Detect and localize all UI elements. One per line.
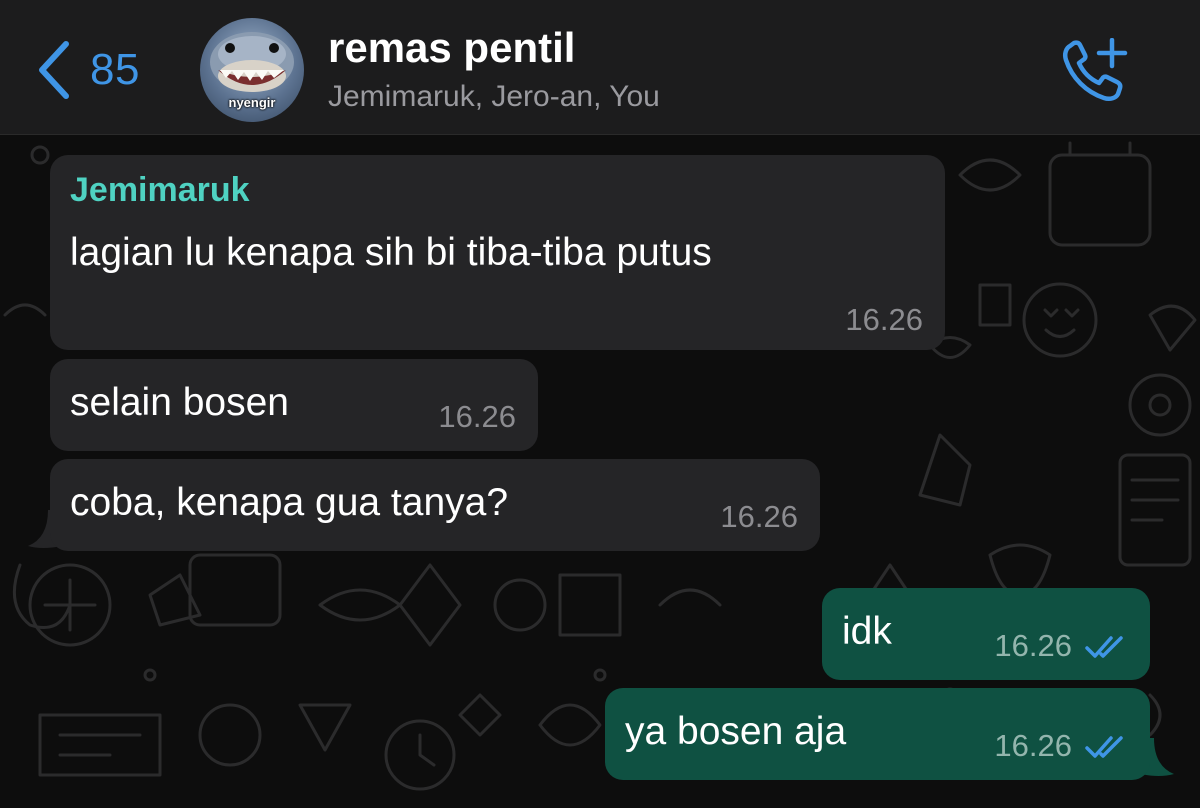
message-text: selain bosen (70, 381, 289, 424)
message-bubble-incoming[interactable]: Jemimaruk lagian lu kenapa sih bi tiba-t… (50, 155, 945, 350)
message-list[interactable]: Jemimaruk lagian lu kenapa sih bi tiba-t… (0, 135, 1200, 808)
read-receipt-icon (1085, 736, 1123, 758)
message-text: idk (842, 610, 892, 653)
message-bubble-incoming[interactable]: coba, kenapa gua tanya? 16.26 (50, 459, 820, 551)
avatar-caption: nyengir (228, 95, 276, 110)
message-time: 16.26 (994, 628, 1072, 663)
chat-header: 85 nyengir remas pentil Jemimaruk, Jero-… (0, 0, 1200, 135)
message-time: 16.26 (845, 302, 923, 337)
group-avatar[interactable]: nyengir (200, 18, 304, 122)
add-call-icon (1062, 37, 1128, 102)
message-bubble-incoming[interactable]: selain bosen 16.26 (50, 359, 538, 451)
chat-screen: 85 nyengir remas pentil Jemimaruk, Jero-… (0, 0, 1200, 808)
add-call-button[interactable] (1060, 37, 1134, 102)
chevron-left-icon (39, 41, 69, 99)
back-button[interactable]: 85 (36, 40, 140, 100)
message-text: coba, kenapa gua tanya? (70, 481, 509, 524)
message-time: 16.26 (720, 499, 798, 534)
group-participants: Jemimaruk, Jero-an, You (328, 80, 660, 113)
read-receipt-icon (1085, 636, 1123, 658)
message-sender-name[interactable]: Jemimaruk (70, 171, 250, 210)
message-bubble-outgoing[interactable]: ya bosen aja 16.26 (605, 688, 1150, 780)
unread-count: 85 (90, 45, 140, 94)
message-time: 16.26 (438, 399, 516, 434)
message-text: lagian lu kenapa sih bi tiba-tiba putus (70, 231, 712, 274)
message-text: ya bosen aja (625, 710, 847, 753)
message-time: 16.26 (994, 728, 1072, 763)
chat-title[interactable]: remas pentil (328, 24, 575, 72)
message-bubble-outgoing[interactable]: idk 16.26 (822, 588, 1150, 680)
